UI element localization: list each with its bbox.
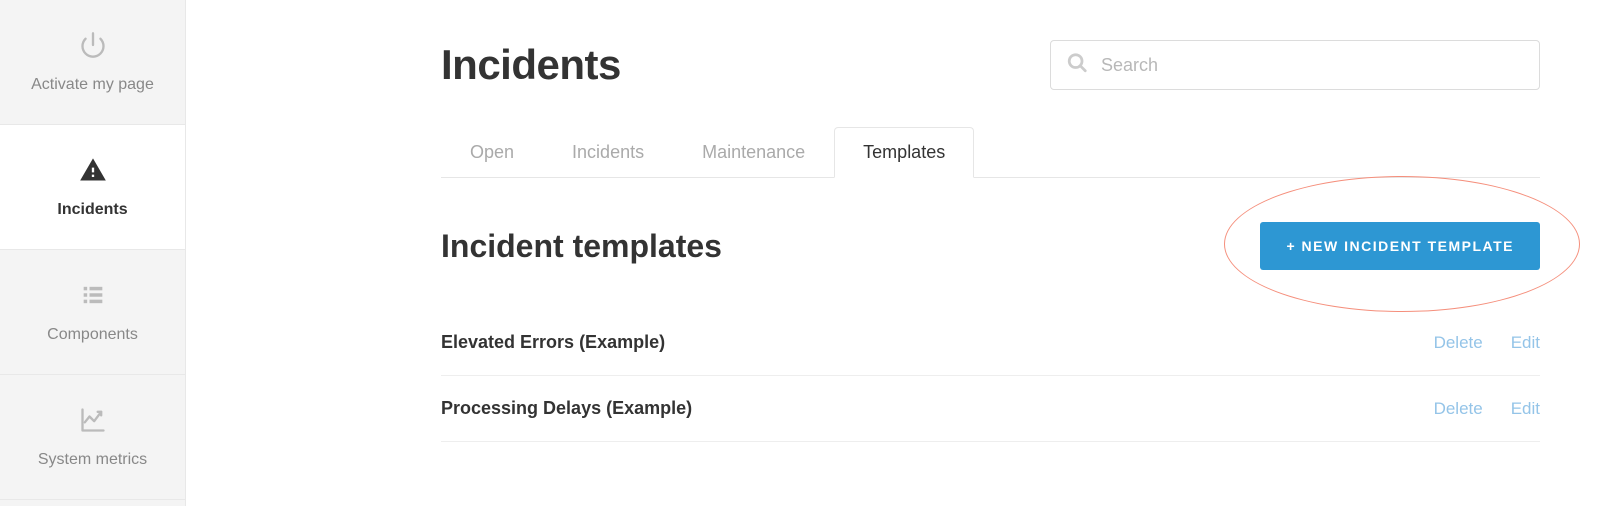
sidebar-item-label: Incidents [57, 201, 127, 219]
tab-templates[interactable]: Templates [834, 127, 974, 178]
section-header: Incident templates + New Incident Templa… [441, 222, 1540, 270]
sidebar-item-metrics[interactable]: System metrics [0, 375, 185, 500]
template-item: Processing Delays (Example) Delete Edit [441, 376, 1540, 442]
tab-maintenance[interactable]: Maintenance [673, 127, 834, 178]
template-name: Processing Delays (Example) [441, 398, 692, 419]
search-icon [1066, 52, 1088, 79]
delete-button[interactable]: Delete [1434, 399, 1483, 419]
tab-incidents[interactable]: Incidents [543, 127, 673, 178]
sidebar: Activate my page Incidents Components Sy… [0, 0, 186, 506]
template-actions: Delete Edit [1434, 333, 1540, 353]
sidebar-item-label: Components [47, 326, 138, 344]
delete-button[interactable]: Delete [1434, 333, 1483, 353]
list-icon [79, 281, 107, 314]
search-input[interactable] [1050, 40, 1540, 90]
section-title: Incident templates [441, 228, 722, 265]
template-list: Elevated Errors (Example) Delete Edit Pr… [441, 310, 1540, 442]
main-content: Incidents Open Incidents Maintenance Tem… [186, 0, 1600, 506]
tab-open[interactable]: Open [441, 127, 543, 178]
template-item: Elevated Errors (Example) Delete Edit [441, 310, 1540, 376]
power-icon [79, 31, 107, 64]
sidebar-item-activate[interactable]: Activate my page [0, 0, 185, 125]
chart-icon [78, 406, 108, 439]
template-name: Elevated Errors (Example) [441, 332, 665, 353]
page-header: Incidents [441, 40, 1540, 90]
sidebar-item-label: System metrics [38, 451, 147, 469]
sidebar-item-incidents[interactable]: Incidents [0, 125, 185, 250]
template-actions: Delete Edit [1434, 399, 1540, 419]
search-wrapper [1050, 40, 1540, 90]
new-incident-template-button[interactable]: + New Incident Template [1260, 222, 1540, 270]
page-title: Incidents [441, 41, 621, 89]
edit-button[interactable]: Edit [1511, 399, 1540, 419]
edit-button[interactable]: Edit [1511, 333, 1540, 353]
tabs: Open Incidents Maintenance Templates [441, 126, 1540, 178]
warning-icon [79, 156, 107, 189]
sidebar-item-components[interactable]: Components [0, 250, 185, 375]
sidebar-item-label: Activate my page [31, 76, 154, 94]
